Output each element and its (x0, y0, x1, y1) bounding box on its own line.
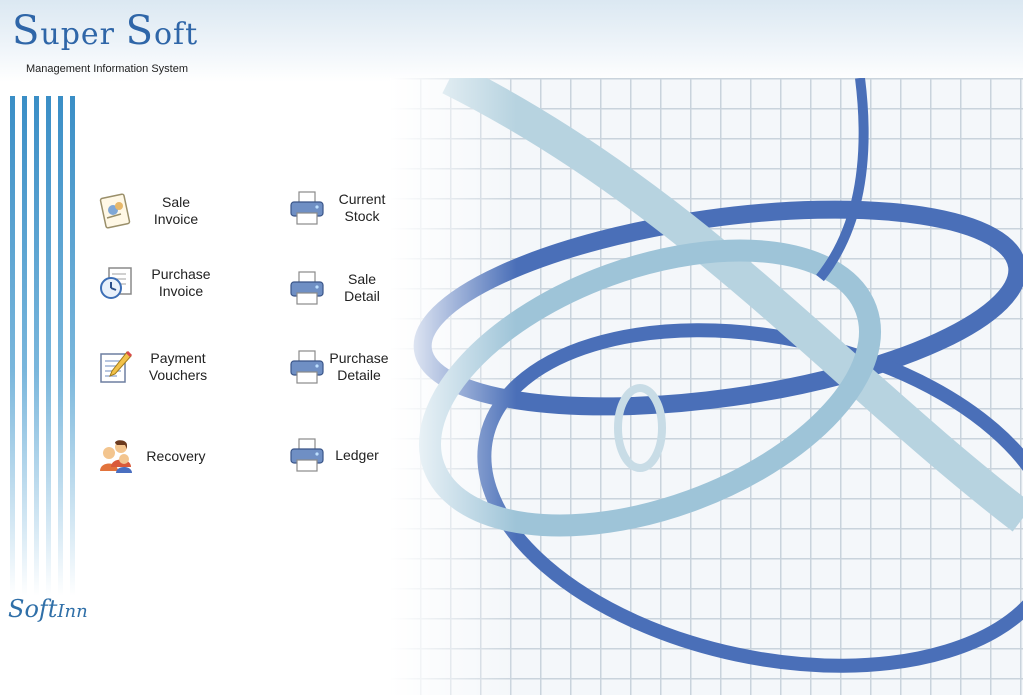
purchase-detaile-label: Purchase Detaile (329, 350, 389, 383)
notepad-pencil-icon (100, 350, 133, 383)
menu-item-sale-detail[interactable]: Sale Detail (288, 269, 392, 307)
ledger-label: Ledger (335, 446, 379, 463)
menu-item-ledger[interactable]: Ledger (288, 436, 382, 474)
recovery-label: Recovery (146, 447, 206, 464)
clock-document-icon (100, 267, 132, 299)
menu-item-purchase-detaile[interactable]: Purchase Detaile (288, 348, 392, 386)
menu-item-purchase-invoice[interactable]: Purchase Invoice (97, 264, 221, 302)
payment-vouchers-label: Payment Vouchers (148, 350, 208, 383)
app-tagline: Management Information System (26, 63, 189, 75)
softinn-logo: SoftInn (8, 595, 88, 623)
people-icon (100, 440, 132, 473)
menu-item-current-stock[interactable]: Current Stock (288, 189, 392, 227)
background-artwork (390, 78, 1023, 695)
menu-item-sale-invoice[interactable]: Sale Invoice (97, 192, 211, 230)
app-brand-title: Super Soft (12, 8, 199, 54)
decorative-stripes (10, 96, 80, 596)
sale-invoice-label: Sale Invoice (153, 194, 199, 227)
printer-icon (290, 191, 324, 225)
current-stock-label: Current Stock (338, 191, 386, 224)
purchase-invoice-label: Purchase Invoice (151, 266, 211, 299)
invoice-icon (99, 193, 131, 229)
printer-icon (290, 438, 324, 472)
printer-icon (290, 350, 324, 384)
printer-icon (290, 271, 324, 305)
sale-detail-label: Sale Detail (344, 271, 380, 304)
menu-item-payment-vouchers[interactable]: Payment Vouchers (97, 348, 215, 386)
menu-item-recovery[interactable]: Recovery (97, 437, 209, 475)
header-banner: Super Soft Management Information System (0, 0, 1023, 82)
